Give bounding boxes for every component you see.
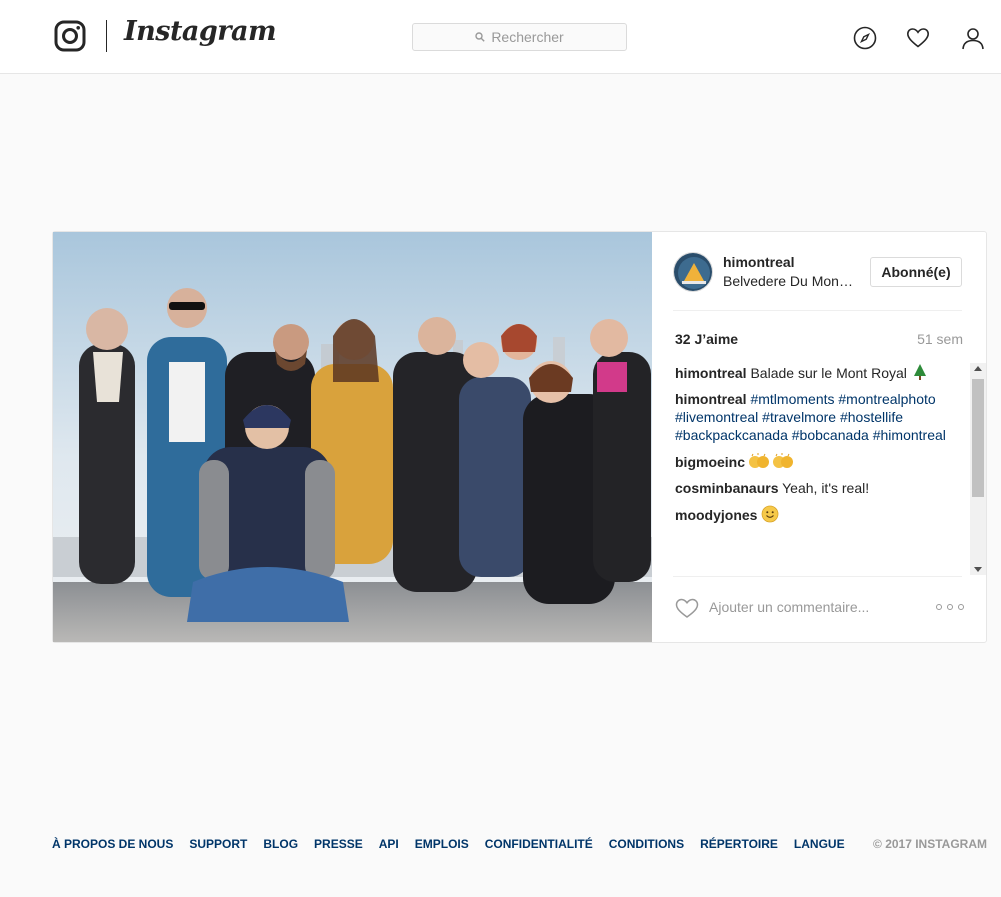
post-location[interactable]: Belvedere Du Mont Royal [723, 273, 853, 289]
footer-link-privacy[interactable]: CONFIDENTIALITÉ [485, 837, 593, 851]
search-icon [475, 32, 486, 42]
scroll-thumb[interactable] [972, 379, 984, 497]
footer-link-blog[interactable]: BLOG [263, 837, 298, 851]
more-dot-icon [936, 604, 942, 610]
profile-icon[interactable] [961, 26, 985, 50]
comment: cosminbanaurs Yeah, it's real! [675, 479, 968, 497]
comment-username[interactable]: bigmoeinc [675, 454, 745, 470]
scroll-down-arrow-icon[interactable] [974, 567, 982, 572]
post-details-panel: himontreal Belvedere Du Mont Royal Abonn… [652, 232, 986, 642]
post-age[interactable]: 51 sem [917, 331, 963, 347]
clapping-hands-icon [748, 453, 769, 468]
comment-text: Balade sur le Mont Royal [750, 365, 907, 381]
hashtag-link[interactable]: #mtlmoments [750, 391, 834, 407]
hashtag-link[interactable]: #bobcanada [792, 427, 869, 443]
instagram-wordmark[interactable]: Instagram [124, 16, 277, 47]
hashtag-link[interactable]: #montrealphoto [838, 391, 935, 407]
hashtag-link[interactable]: #hostellife [840, 409, 903, 425]
search-placeholder: Rechercher [491, 29, 564, 45]
comment: moodyjones [675, 505, 968, 524]
clapping-hands-icon [772, 453, 793, 468]
compass-icon[interactable] [853, 26, 877, 50]
author-username[interactable]: himontreal [723, 254, 795, 270]
comments-list: himontreal Balade sur le Mont Royal himo… [675, 363, 968, 575]
footer-link-support[interactable]: SUPPORT [189, 837, 247, 851]
footer-link-api[interactable]: API [379, 837, 399, 851]
footer: À PROPOS DE NOUS SUPPORT BLOG PRESSE API… [52, 837, 987, 853]
post-photo[interactable] [53, 232, 652, 642]
likes-count[interactable]: 32 J’aime [675, 331, 738, 347]
hashtag-link[interactable]: #himontreal [873, 427, 946, 443]
logo-divider [106, 20, 107, 52]
hashtag-link[interactable]: #livemontreal [675, 409, 758, 425]
comment-text: Yeah, it's real! [782, 480, 870, 496]
follow-button[interactable]: Abonné(e) [870, 257, 962, 287]
hashtag-link[interactable]: #travelmore [762, 409, 836, 425]
search-box[interactable]: Rechercher [412, 23, 627, 51]
post-card: himontreal Belvedere Du Mont Royal Abonn… [52, 231, 987, 643]
top-navigation-bar: Instagram Rechercher [0, 0, 1001, 74]
comment-username[interactable]: himontreal [675, 365, 747, 381]
footer-links: À PROPOS DE NOUS SUPPORT BLOG PRESSE API… [52, 837, 987, 851]
hashtag-link[interactable]: #backpackcanada [675, 427, 788, 443]
footer-link-jobs[interactable]: EMPLOIS [415, 837, 469, 851]
footer-link-about[interactable]: À PROPOS DE NOUS [52, 837, 173, 851]
divider [673, 310, 962, 311]
footer-link-directory[interactable]: RÉPERTOIRE [700, 837, 778, 851]
avatar-image [674, 253, 712, 291]
author-avatar[interactable] [673, 252, 713, 292]
comment: himontreal #mtlmoments #montrealphoto #l… [675, 390, 968, 444]
divider [673, 576, 962, 577]
footer-link-press[interactable]: PRESSE [314, 837, 363, 851]
heart-icon[interactable] [906, 26, 930, 50]
like-heart-icon[interactable] [675, 597, 699, 619]
comment-username[interactable]: himontreal [675, 391, 747, 407]
comment-username[interactable]: cosminbanaurs [675, 480, 778, 496]
more-dot-icon [958, 604, 964, 610]
more-dot-icon [947, 604, 953, 610]
footer-link-terms[interactable]: CONDITIONS [609, 837, 684, 851]
smiling-face-icon [761, 505, 779, 523]
comment-username[interactable]: moodyjones [675, 507, 757, 523]
copyright: © 2017 INSTAGRAM [873, 837, 987, 851]
group-photo-illustration [53, 232, 652, 642]
add-comment-input[interactable] [709, 595, 909, 619]
scroll-up-arrow-icon[interactable] [974, 366, 982, 371]
more-options-button[interactable] [936, 598, 964, 616]
comments-scrollbar[interactable] [970, 363, 986, 575]
instagram-camera-icon[interactable] [54, 20, 86, 52]
footer-link-language[interactable]: LANGUE [794, 837, 845, 851]
evergreen-tree-icon [913, 364, 926, 380]
comment: bigmoeinc [675, 452, 968, 471]
caption: himontreal Balade sur le Mont Royal [675, 363, 968, 382]
